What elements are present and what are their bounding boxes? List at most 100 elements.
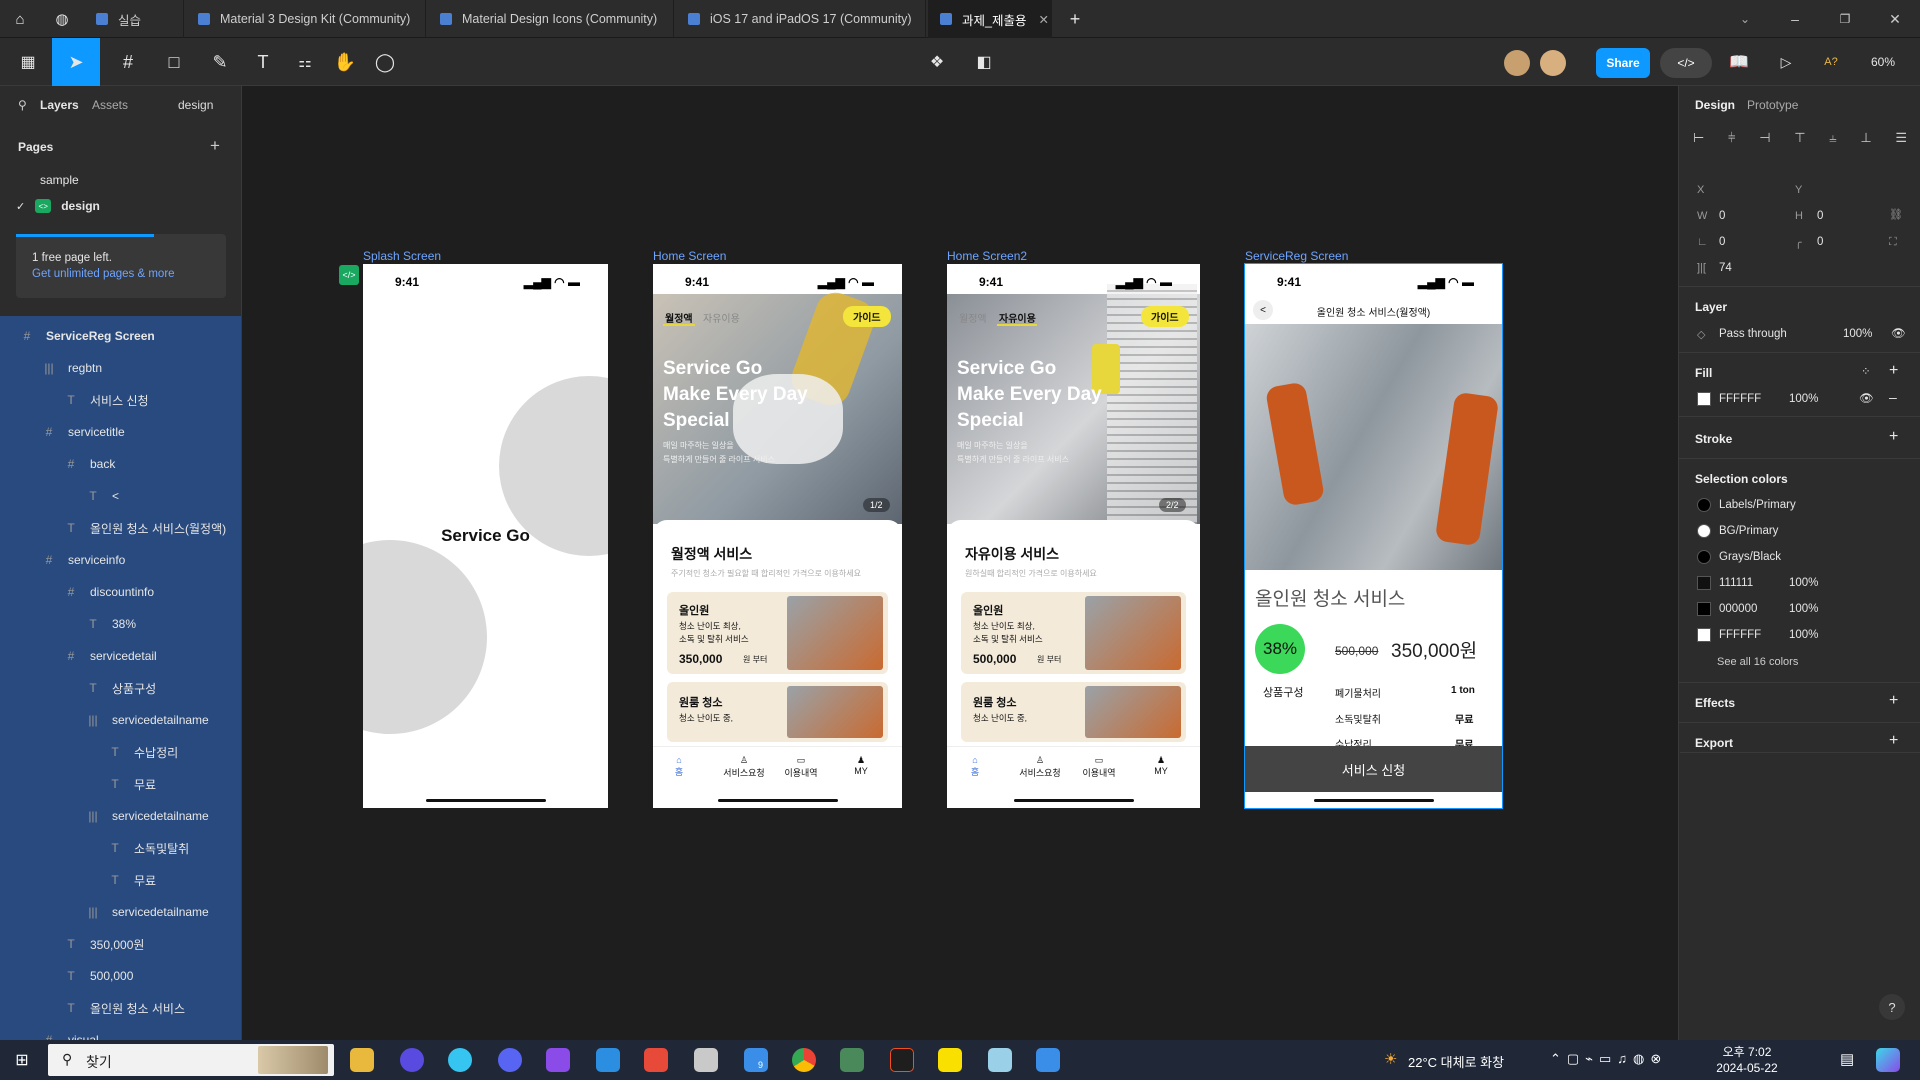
eye-icon[interactable]: 👁: [1891, 326, 1906, 340]
dev-mode-toggle[interactable]: </>: [1660, 48, 1712, 78]
discord-icon[interactable]: [498, 1048, 522, 1072]
search-icon[interactable]: ⚲: [18, 98, 27, 112]
tab-layers[interactable]: Layers: [40, 98, 79, 112]
nav-history[interactable]: ▭ 이용내역: [779, 755, 823, 779]
weather-text[interactable]: 22°C 대체로 화창: [1408, 1052, 1504, 1071]
tab-monthly[interactable]: 월정액: [959, 310, 987, 325]
tab-prototype[interactable]: Prototype: [1747, 98, 1798, 112]
layer-row[interactable]: T 38%: [0, 608, 241, 640]
service-apply-button[interactable]: 서비스 신청: [1245, 746, 1502, 792]
layer-row[interactable]: # servicedetail: [0, 640, 241, 672]
service-card[interactable]: 원룸 청소 청소 난이도 중,: [961, 682, 1186, 742]
nav-home[interactable]: ⌂ 홈: [671, 755, 687, 778]
tab-design[interactable]: Design: [1695, 98, 1735, 112]
close-icon[interactable]: ✕: [1038, 12, 1048, 27]
tab-free[interactable]: 자유이용: [999, 310, 1036, 325]
layer-row[interactable]: T 올인원 청소 서비스(월정액): [0, 512, 241, 544]
layer-row[interactable]: # ServiceReg Screen: [0, 320, 241, 352]
upgrade-link[interactable]: Get unlimited pages & more: [32, 268, 175, 280]
slack-icon[interactable]: [448, 1048, 472, 1072]
figma-icon[interactable]: [890, 1048, 914, 1072]
color-name[interactable]: FFFFFF: [1719, 629, 1761, 641]
home-screen2-frame[interactable]: 9:41 ▂▄▆ ◠ ▬ 월정액 자유이용 가이드 Service Go Make…: [947, 264, 1200, 808]
zoom-level[interactable]: 60%: [1858, 38, 1908, 86]
layer-row[interactable]: # discountinfo: [0, 576, 241, 608]
share-button[interactable]: Share: [1596, 48, 1650, 78]
app-icon[interactable]: [988, 1048, 1012, 1072]
layer-row[interactable]: T 무료: [0, 768, 241, 800]
chrome-icon[interactable]: [792, 1048, 816, 1072]
layer-row[interactable]: T 상품구성: [0, 672, 241, 704]
blend-mode-select[interactable]: Pass through: [1719, 328, 1787, 340]
service-card[interactable]: 올인원 청소 난이도 최상, 소독 및 탈취 서비스 500,000 원 부터: [961, 592, 1186, 674]
guide-button[interactable]: 가이드: [1141, 306, 1189, 327]
chevron-down-icon[interactable]: ⌄: [1730, 0, 1760, 38]
clock-time[interactable]: 오후 7:02: [1712, 1043, 1782, 1060]
add-stroke-plus-icon[interactable]: +: [1889, 428, 1898, 446]
frame-tool-icon[interactable]: #: [108, 38, 148, 86]
help-button[interactable]: ?: [1879, 994, 1905, 1020]
color-opacity[interactable]: 100%: [1789, 577, 1818, 589]
rotation-input[interactable]: 0: [1719, 236, 1725, 248]
app-icon[interactable]: [1036, 1048, 1060, 1072]
tab-file[interactable]: 실습: [84, 0, 184, 38]
tab-file[interactable]: Material Design Icons (Community): [428, 0, 674, 38]
tab-file[interactable]: iOS 17 and iPadOS 17 (Community): [676, 0, 926, 38]
tab-free[interactable]: 자유이용: [703, 310, 740, 325]
move-tool-icon[interactable]: ➤: [52, 38, 100, 86]
app-icon[interactable]: [644, 1048, 668, 1072]
color-name[interactable]: 000000: [1719, 603, 1757, 615]
frame-label-home[interactable]: Home Screen: [653, 249, 726, 263]
styles-grid-icon[interactable]: ⁘: [1861, 364, 1871, 378]
app-icon[interactable]: [694, 1048, 718, 1072]
system-tray-icons[interactable]: ⌃▢⌁▭♫◍⊗: [1550, 1051, 1667, 1067]
pen-tool-icon[interactable]: ✎: [200, 38, 240, 86]
home-screen-frame[interactable]: 9:41 ▂▄▆ ◠ ▬ 월정액 자유이용 가이드 Service Go Make…: [653, 264, 902, 808]
color-swatch[interactable]: [1697, 550, 1711, 564]
constrain-proportions-icon[interactable]: ⛓: [1889, 208, 1903, 221]
tab-monthly[interactable]: 월정액: [665, 310, 693, 325]
new-tab-plus-icon[interactable]: +: [1060, 0, 1090, 38]
guide-button[interactable]: 가이드: [843, 306, 891, 327]
color-swatch[interactable]: [1697, 602, 1711, 616]
app-icon[interactable]: [840, 1048, 864, 1072]
align-right-icon[interactable]: ⊣: [1759, 130, 1770, 146]
see-all-colors-link[interactable]: See all 16 colors: [1717, 656, 1798, 668]
frame-label-home2[interactable]: Home Screen2: [947, 249, 1027, 263]
windows-start-icon[interactable]: ⊞: [10, 1040, 34, 1080]
clock-date[interactable]: 2024-05-22: [1712, 1061, 1782, 1075]
layer-row[interactable]: # servicetitle: [0, 416, 241, 448]
resources-icon[interactable]: ⚏: [288, 38, 322, 86]
page-item-design[interactable]: ✓ <> design: [0, 190, 241, 222]
layer-row[interactable]: # back: [0, 448, 241, 480]
app-icon[interactable]: [546, 1048, 570, 1072]
color-opacity[interactable]: 100%: [1789, 629, 1818, 641]
fill-swatch[interactable]: [1697, 392, 1711, 406]
layer-opacity-input[interactable]: 100%: [1843, 328, 1872, 340]
fill-opacity-input[interactable]: 100%: [1789, 393, 1818, 405]
width-input[interactable]: 0: [1719, 210, 1725, 222]
service-card[interactable]: 올인원 청소 난이도 최상, 소독 및 탈취 서비스 350,000 원 부터: [667, 592, 888, 674]
align-top-icon[interactable]: ⊤: [1794, 130, 1805, 146]
radius-input[interactable]: 0: [1817, 236, 1823, 248]
play-icon[interactable]: ▷: [1766, 38, 1806, 86]
nav-request[interactable]: ♙ 서비스요청: [1015, 755, 1065, 779]
tab-file[interactable]: Material 3 Design Kit (Community): [186, 0, 426, 38]
color-name[interactable]: Grays/Black: [1719, 551, 1781, 563]
layer-row[interactable]: ||| servicedetailname: [0, 800, 241, 832]
home-icon[interactable]: ⌂: [0, 0, 40, 38]
globe-icon[interactable]: ◍: [44, 0, 80, 38]
library-icon[interactable]: 📖: [1722, 38, 1756, 86]
add-export-plus-icon[interactable]: +: [1889, 732, 1898, 750]
independent-corners-icon[interactable]: ⛶: [1889, 236, 1897, 249]
window-close-icon[interactable]: ✕: [1880, 0, 1910, 38]
notification-center-icon[interactable]: ▤: [1840, 1050, 1854, 1068]
add-fill-plus-icon[interactable]: +: [1889, 362, 1898, 380]
color-name[interactable]: Labels/Primary: [1719, 499, 1796, 511]
nav-my[interactable]: ♟ MY: [1151, 755, 1171, 776]
ai-icon[interactable]: A?: [1814, 38, 1848, 86]
comment-tool-icon[interactable]: ◯: [368, 38, 402, 86]
app-icon[interactable]: 9: [744, 1048, 768, 1072]
color-swatch[interactable]: [1697, 628, 1711, 642]
align-bottom-icon[interactable]: ⊥: [1860, 130, 1871, 146]
